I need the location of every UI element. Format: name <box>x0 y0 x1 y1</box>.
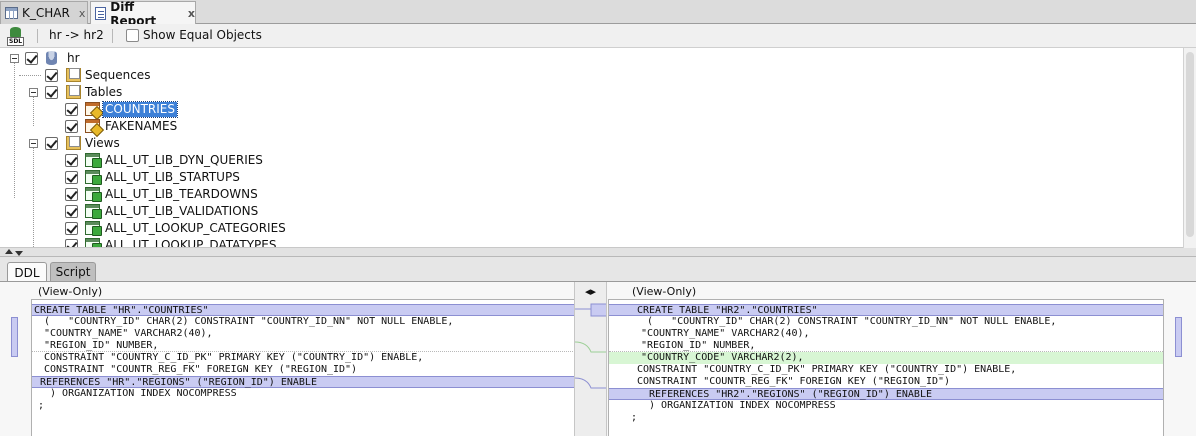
code-line: REFERENCES "HR"."REGIONS" ("REGION_ID") … <box>32 376 589 388</box>
code-line: "REGION_ID" NUMBER, <box>32 340 589 352</box>
code-line: CREATE TABLE "HR2"."COUNTRIES" <box>609 304 1163 316</box>
tree-node-view[interactable]: ALL_UT_LOOKUP_CATEGORIES <box>103 221 288 236</box>
code-line: "COUNTRY_NAME" VARCHAR2(40), <box>44 328 213 339</box>
tables-folder-icon <box>66 85 81 99</box>
right-pane-header: (View-Only) <box>632 285 697 298</box>
tree-checkbox[interactable] <box>65 188 78 201</box>
tree-node-view[interactable]: ALL_UT_LIB_STARTUPS <box>103 170 242 185</box>
tree-checkbox[interactable] <box>65 171 78 184</box>
tree-node-hr[interactable]: hr <box>65 51 82 66</box>
tree-scrollbar[interactable] <box>1183 48 1196 248</box>
tree-node-view[interactable]: ALL_UT_LIB_TEARDOWNS <box>103 187 260 202</box>
view-icon <box>85 238 102 247</box>
tree-checkbox[interactable] <box>25 52 38 65</box>
code-line: "COUNTRY_NAME" VARCHAR2(40), <box>641 328 810 339</box>
tree-checkbox[interactable] <box>65 103 78 116</box>
editor-tab-strip: K_CHAR x Diff Report x <box>0 0 1196 28</box>
toolbar-separator <box>112 29 113 43</box>
table-icon <box>85 119 100 133</box>
tree-checkbox[interactable] <box>65 154 78 167</box>
tree-connector <box>14 58 15 198</box>
sequence-folder-icon <box>66 68 81 82</box>
collapse-up-icon[interactable] <box>5 249 13 254</box>
views-folder-icon <box>66 136 81 150</box>
diff-connector-lines <box>575 303 606 389</box>
tree-node-countries[interactable]: COUNTRIES <box>102 101 178 118</box>
tab-script[interactable]: Script <box>50 262 96 281</box>
right-overview-gutter[interactable] <box>1174 299 1184 436</box>
table-icon <box>5 7 18 19</box>
connection-label: hr -> hr2 <box>49 28 104 42</box>
collapse-down-icon[interactable] <box>15 251 23 256</box>
scrollbar-thumb[interactable] <box>1186 52 1194 237</box>
tree-node-tables[interactable]: Tables <box>83 85 124 100</box>
database-icon <box>46 51 57 65</box>
tab-k-char[interactable]: K_CHAR x <box>0 1 88 24</box>
tree-checkbox[interactable] <box>65 222 78 235</box>
code-line: REFERENCES "HR2"."REGIONS" ("REGION_ID")… <box>609 388 1163 400</box>
diff-connector-gutter: ◂▸ <box>574 282 607 436</box>
tree-connector <box>19 75 41 76</box>
code-line: CREATE TABLE "HR"."COUNTRIES" <box>32 304 589 316</box>
tree-checkbox[interactable] <box>65 120 78 133</box>
show-equal-objects-checkbox[interactable] <box>126 29 139 42</box>
tree-connector <box>33 143 34 247</box>
tab-diff-report[interactable]: Diff Report x <box>90 0 196 28</box>
left-pane-header: (View-Only) <box>38 285 103 298</box>
detail-tab-strip: DDL Script <box>0 257 1196 282</box>
view-icon <box>85 187 102 202</box>
code-line: CONSTRAINT "COUNTRY_C_ID_PK" PRIMARY KEY… <box>44 352 424 363</box>
view-icon <box>85 221 102 236</box>
code-line: CONSTRAINT "COUNTRY_C_ID_PK" PRIMARY KEY… <box>637 364 1017 375</box>
diff-toolbar: SDL hr -> hr2 Show Equal Objects <box>0 24 1196 48</box>
tab-k-char-label: K_CHAR <box>22 6 70 20</box>
diff-marker[interactable] <box>1175 317 1182 357</box>
view-icon <box>85 153 102 168</box>
code-line: ( "COUNTRY_ID" CHAR(2) CONSTRAINT "COUNT… <box>44 316 454 327</box>
view-icon <box>85 170 102 185</box>
code-line: ) ORGANIZATION INDEX NOCOMPRESS <box>643 400 836 411</box>
tree-collapse-toggle[interactable] <box>29 139 38 148</box>
added-code-line: "COUNTRY_CODE" VARCHAR2(2), <box>609 352 1163 364</box>
left-ddl-pane[interactable]: CREATE TABLE "HR"."COUNTRIES" ( "COUNTRY… <box>31 299 590 436</box>
tree-node-sequences[interactable]: Sequences <box>83 68 152 83</box>
code-line: CONSTRAINT "COUNTR_REG_FK" FOREIGN KEY (… <box>44 364 358 375</box>
generate-sdl-button[interactable]: SDL <box>7 27 25 46</box>
tree-node-fakenames[interactable]: FAKENAMES <box>103 119 179 134</box>
left-overview-gutter[interactable] <box>10 299 20 436</box>
tree-checkbox[interactable] <box>45 137 58 150</box>
toolbar-separator <box>37 29 38 43</box>
pane-splitter[interactable] <box>0 248 1196 257</box>
tree-connector <box>33 92 34 126</box>
tree-checkbox[interactable] <box>45 86 58 99</box>
report-icon <box>95 7 107 20</box>
tree-node-view[interactable]: ALL_UT_LIB_DYN_QUERIES <box>103 153 265 168</box>
tab-ddl[interactable]: DDL <box>7 262 47 282</box>
tree-node-view[interactable]: ALL_UT_LIB_VALIDATIONS <box>103 204 260 219</box>
right-ddl-pane[interactable]: CREATE TABLE "HR2"."COUNTRIES" ( "COUNTR… <box>608 299 1164 436</box>
tree-collapse-toggle[interactable] <box>10 54 19 63</box>
diff-object-tree: hr Sequences Tables COUNTRIES FAKENAMES … <box>0 48 1196 248</box>
code-line: CONSTRAINT "COUNTR_REG_FK" FOREIGN KEY (… <box>637 376 951 387</box>
code-line: ( "COUNTRY_ID" CHAR(2) CONSTRAINT "COUNT… <box>647 316 1057 327</box>
ddl-diff-view: (View-Only) (View-Only) CREATE TABLE "HR… <box>0 281 1196 436</box>
view-icon <box>85 204 102 219</box>
tree-checkbox[interactable] <box>65 239 78 247</box>
code-line: ) ORGANIZATION INDEX NOCOMPRESS <box>44 388 237 399</box>
close-icon[interactable]: x <box>79 7 86 20</box>
tree-node-views[interactable]: Views <box>83 136 122 151</box>
tree-checkbox[interactable] <box>65 205 78 218</box>
table-icon <box>85 102 100 116</box>
code-line: "REGION_ID" NUMBER, <box>609 340 1163 352</box>
code-line: ; <box>631 412 638 423</box>
tree-node-view[interactable]: ALL_UT_LOOKUP_DATATYPES <box>103 238 279 247</box>
sdl-label: SDL <box>7 37 25 46</box>
tree-collapse-toggle[interactable] <box>29 88 38 97</box>
code-line: ; <box>38 400 45 411</box>
show-equal-objects-label: Show Equal Objects <box>143 28 262 42</box>
diff-marker[interactable] <box>11 317 18 357</box>
close-icon[interactable]: x <box>188 7 195 20</box>
tree-checkbox[interactable] <box>45 69 58 82</box>
